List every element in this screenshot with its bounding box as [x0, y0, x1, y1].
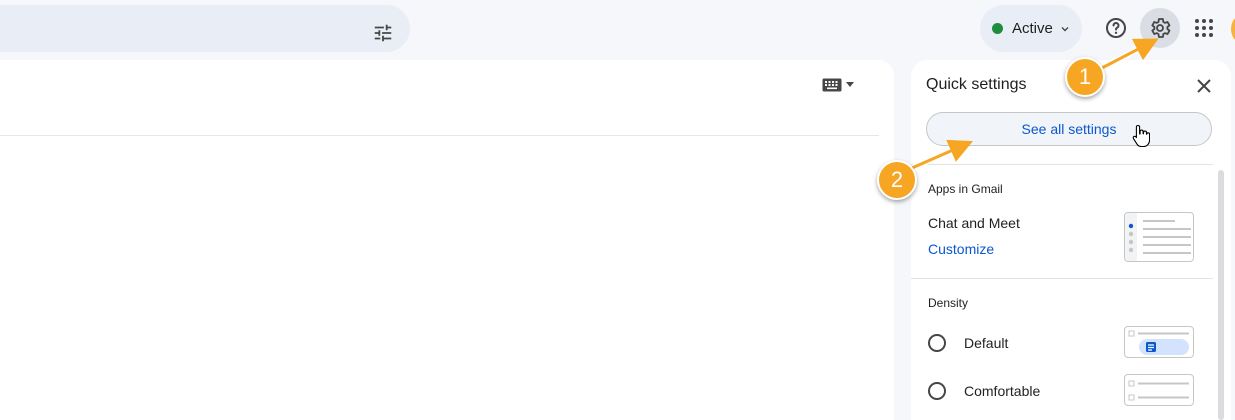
section-divider — [911, 164, 1213, 165]
density-option-comfortable[interactable]: Comfortable — [928, 382, 1040, 400]
settings-icon[interactable] — [1140, 8, 1180, 48]
chevron-down-icon — [1060, 24, 1070, 34]
toolbar-divider — [0, 135, 879, 136]
annotation-callout-1: 1 — [1065, 57, 1105, 97]
keyboard-icon — [822, 78, 842, 92]
density-default-thumbnail — [1124, 326, 1194, 358]
account-avatar[interactable] — [1231, 12, 1235, 46]
status-label: Active — [1012, 20, 1053, 37]
status-dot — [992, 23, 1003, 34]
see-all-settings-button[interactable]: See all settings — [926, 112, 1212, 146]
help-icon[interactable] — [1096, 8, 1136, 48]
density-option-default[interactable]: Default — [928, 334, 1008, 352]
quick-settings-title: Quick settings — [926, 76, 1027, 93]
scrollbar[interactable] — [1218, 170, 1224, 420]
radio-button[interactable] — [928, 382, 946, 400]
chat-meet-thumbnail — [1124, 212, 1194, 262]
input-tools-button[interactable] — [822, 78, 854, 92]
section-divider — [911, 278, 1213, 279]
filter-icon[interactable] — [368, 18, 398, 48]
density-section-heading: Density — [928, 296, 969, 310]
chat-meet-label: Chat and Meet — [928, 215, 1020, 231]
status-selector[interactable]: Active — [980, 5, 1082, 52]
search-bar[interactable] — [0, 5, 410, 52]
density-option-label: Comfortable — [964, 383, 1041, 399]
caret-down-icon — [846, 82, 854, 87]
close-icon[interactable] — [1192, 74, 1216, 98]
density-comfortable-thumbnail — [1124, 374, 1194, 406]
apps-section-heading: Apps in Gmail — [928, 182, 1003, 196]
annotation-callout-2: 2 — [877, 160, 917, 200]
hand-cursor-icon — [1132, 124, 1150, 148]
customize-link[interactable]: Customize — [928, 241, 994, 257]
apps-grid-icon[interactable] — [1184, 8, 1224, 48]
quick-settings-panel: Quick settings See all settings Apps in … — [911, 60, 1231, 420]
density-option-label: Default — [964, 335, 1009, 351]
radio-button[interactable] — [928, 334, 946, 352]
main-content-panel — [0, 60, 894, 420]
